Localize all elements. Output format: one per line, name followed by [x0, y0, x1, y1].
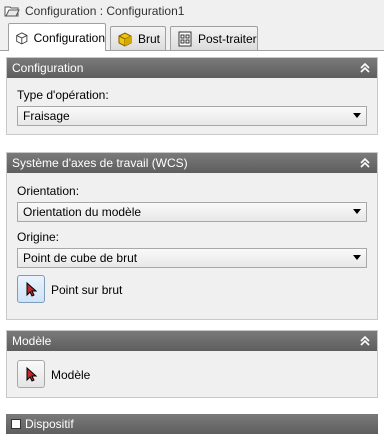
tab-configuration[interactable]: Configuration	[8, 23, 106, 51]
configuration-section-header[interactable]: Configuration	[7, 58, 377, 78]
fixture-checkbox[interactable]	[11, 419, 21, 429]
tab-post-traiter[interactable]: Post-traiter	[170, 26, 258, 50]
tab-label: Brut	[138, 31, 161, 46]
model-select-button[interactable]	[17, 360, 45, 388]
point-on-stock-label: Point sur brut	[51, 283, 123, 297]
section-title: Configuration	[12, 61, 84, 75]
section-title: Système d'axes de travail (WCS)	[12, 156, 188, 170]
operation-type-select[interactable]: Fraisage	[17, 106, 367, 126]
model-label: Modèle	[51, 368, 91, 382]
configuration-section: Configuration Type d'opération: Fraisage	[6, 57, 378, 135]
wcs-section: Système d'axes de travail (WCS) Orientat…	[6, 152, 378, 320]
folder-open-icon	[4, 6, 20, 17]
collapse-chevron-icon[interactable]	[358, 61, 372, 75]
dropdown-arrow-icon	[353, 113, 361, 118]
tab-strip: Configuration Brut Post-traiter	[0, 23, 384, 51]
model-section: Modèle Modèle	[6, 330, 378, 398]
window-titlebar: Configuration : Configuration1	[0, 0, 384, 22]
cursor-pick-icon	[26, 281, 38, 297]
model-section-header[interactable]: Modèle	[7, 331, 377, 351]
section-title: Modèle	[12, 334, 52, 348]
origin-value: Point de cube de brut	[23, 251, 138, 265]
collapse-chevron-icon[interactable]	[358, 156, 372, 170]
section-title: Dispositif	[25, 417, 74, 431]
box-outline-icon	[16, 31, 28, 44]
origin-label: Origine:	[17, 230, 60, 244]
tab-label: Post-traiter	[198, 31, 257, 46]
operation-type-value: Fraisage	[23, 109, 70, 123]
cursor-pick-icon	[26, 366, 38, 382]
wcs-section-header[interactable]: Système d'axes de travail (WCS)	[7, 153, 377, 173]
point-on-stock-button[interactable]	[17, 275, 45, 303]
dropdown-arrow-icon	[353, 255, 361, 260]
tab-label: Configuration	[33, 30, 105, 45]
fixture-section-header[interactable]: Dispositif	[6, 414, 378, 434]
orientation-select[interactable]: Orientation du modèle	[17, 202, 367, 222]
post-process-icon	[178, 31, 192, 46]
window-title: Configuration : Configuration1	[25, 4, 185, 18]
tab-brut[interactable]: Brut	[110, 26, 166, 50]
collapse-chevron-icon[interactable]	[358, 334, 372, 348]
tab-content-panel: Configuration Type d'opération: Fraisage…	[0, 51, 384, 444]
origin-select[interactable]: Point de cube de brut	[17, 248, 367, 268]
yellow-cube-icon	[118, 31, 132, 47]
dropdown-arrow-icon	[353, 209, 361, 214]
operation-type-label: Type d'opération:	[17, 88, 109, 102]
orientation-value: Orientation du modèle	[23, 205, 142, 219]
orientation-label: Orientation:	[17, 184, 80, 198]
